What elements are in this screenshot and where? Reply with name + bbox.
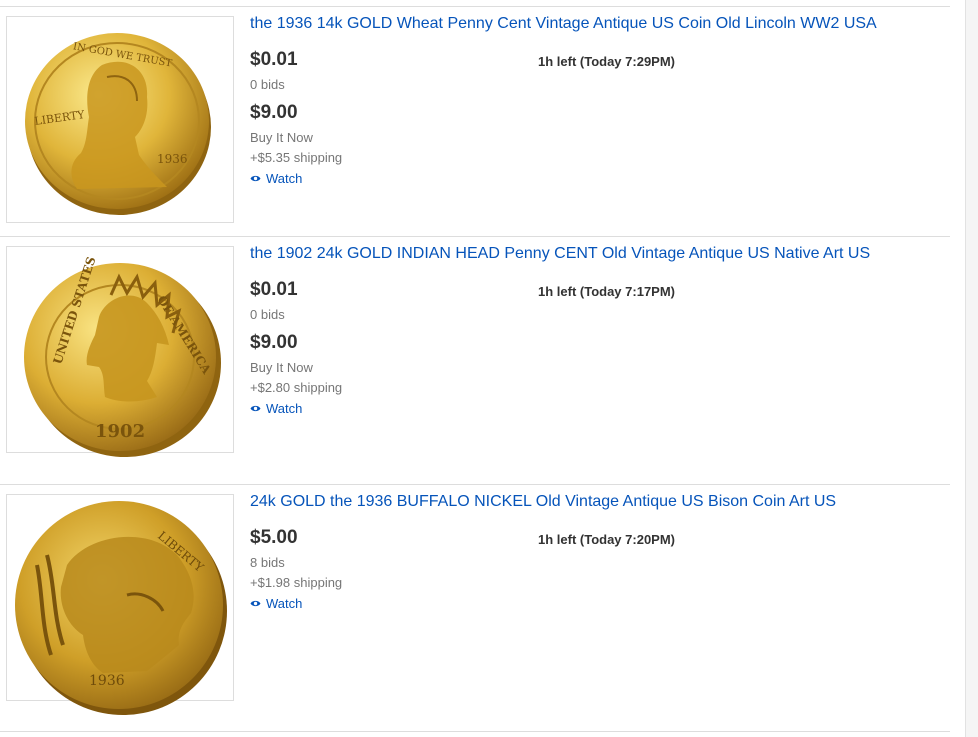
lincoln-wheat-penny-coin-icon: LIBERTY 1936 IN GOD WE TRUST <box>25 33 211 215</box>
shipping-cost-2: +$2.80 shipping <box>250 380 343 395</box>
buy-it-now-label-1: Buy It Now <box>250 130 313 145</box>
svg-text:1936: 1936 <box>157 152 188 166</box>
watch-button-3[interactable]: Watch <box>250 596 302 611</box>
listing-title-link-3[interactable]: 24k GOLD the 1936 BUFFALO NICKEL Old Vin… <box>250 493 836 511</box>
auction-price-2: $0.01 <box>250 279 298 300</box>
bid-count-3: 8 bids <box>250 555 285 570</box>
time-left-2: 1h left (Today 7:17PM) <box>538 284 676 299</box>
svg-text:1936: 1936 <box>89 673 125 689</box>
time-left-1: 1h left (Today 7:29PM) <box>538 54 676 69</box>
listing-image-2[interactable]: UNITED STATES OF AMERICA 1902 <box>6 246 234 457</box>
listing-item-2: UNITED STATES OF AMERICA 1902 the 1902 2… <box>0 236 950 484</box>
buy-it-now-label-2: Buy It Now <box>250 360 313 375</box>
watch-button-1[interactable]: Watch <box>250 171 302 186</box>
listing-image-1[interactable]: LIBERTY 1936 IN GOD WE TRUST <box>6 16 234 223</box>
buy-it-now-price-1: $9.00 <box>250 102 298 123</box>
listing-item-3: LIBERTY 1936 24k GOLD the 1936 BUFFALO N… <box>0 484 950 731</box>
auction-price-1: $0.01 <box>250 49 298 70</box>
eye-icon <box>250 405 261 412</box>
bid-count-1: 0 bids <box>250 77 285 92</box>
buy-it-now-price-2: $9.00 <box>250 332 298 353</box>
eye-icon <box>250 600 261 607</box>
listing-item-1: LIBERTY 1936 IN GOD WE TRUST the 1936 14… <box>0 6 950 236</box>
listing-title-link-2[interactable]: the 1902 24k GOLD INDIAN HEAD Penny CENT… <box>250 245 870 263</box>
watch-label-1: Watch <box>266 171 303 186</box>
listing-image-3[interactable]: LIBERTY 1936 <box>6 494 234 715</box>
buffalo-nickel-coin-icon: LIBERTY 1936 <box>15 501 227 715</box>
svg-text:1902: 1902 <box>95 421 145 442</box>
bid-count-2: 0 bids <box>250 307 285 322</box>
vertical-scrollbar[interactable] <box>965 0 978 737</box>
list-divider <box>0 731 950 732</box>
watch-button-2[interactable]: Watch <box>250 401 302 416</box>
auction-price-3: $5.00 <box>250 527 298 548</box>
shipping-cost-1: +$5.35 shipping <box>250 150 343 165</box>
eye-icon <box>250 175 261 182</box>
listing-title-link-1[interactable]: the 1936 14k GOLD Wheat Penny Cent Vinta… <box>250 15 877 33</box>
watch-label-2: Watch <box>266 401 303 416</box>
shipping-cost-3: +$1.98 shipping <box>250 575 343 590</box>
time-left-3: 1h left (Today 7:20PM) <box>538 532 676 547</box>
indian-head-penny-coin-icon: UNITED STATES OF AMERICA 1902 <box>24 255 221 457</box>
watch-label-3: Watch <box>266 596 303 611</box>
